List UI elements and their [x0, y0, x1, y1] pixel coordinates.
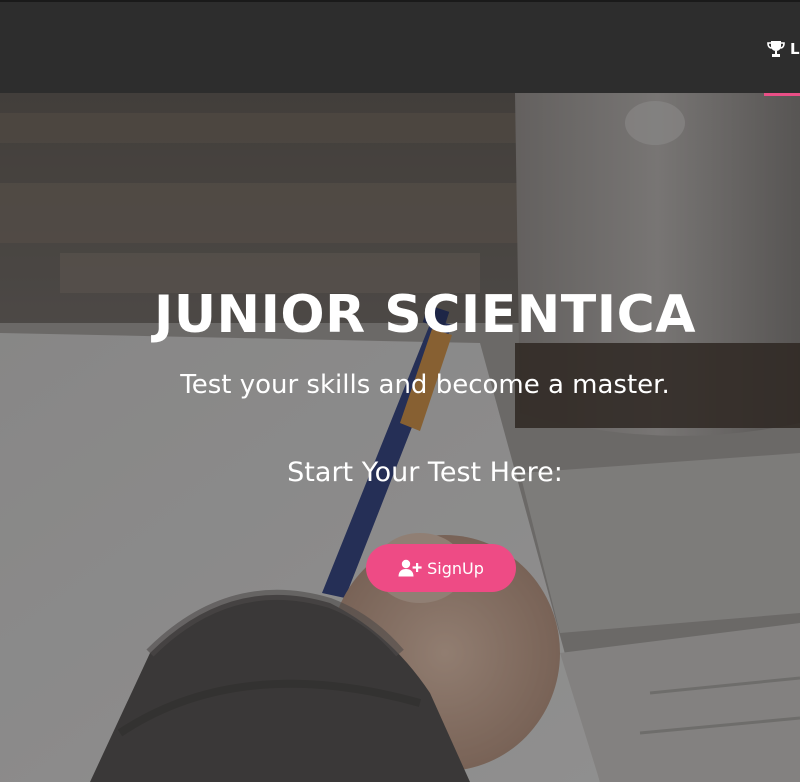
signup-button-label: SignUp	[427, 558, 484, 578]
hero-subtitle: Test your skills and become a master.	[180, 370, 670, 400]
user-plus-icon	[398, 559, 427, 577]
hero-title: JUNIOR SCIENTICA	[153, 285, 696, 345]
nav-item-label: L	[790, 40, 800, 58]
page: L JUNIOR SCIENTICA Test your skills and …	[0, 0, 800, 782]
signup-button[interactable]: SignUp	[366, 544, 516, 592]
nav-item-leaderboard[interactable]: L	[766, 40, 800, 58]
start-test-text: Start Your Test Here:	[287, 457, 563, 488]
hero-section: JUNIOR SCIENTICA Test your skills and be…	[0, 93, 800, 782]
top-navbar: L	[0, 0, 800, 96]
hero-content: JUNIOR SCIENTICA Test your skills and be…	[0, 93, 800, 782]
nav-active-indicator	[764, 93, 800, 96]
trophy-icon	[766, 40, 790, 58]
